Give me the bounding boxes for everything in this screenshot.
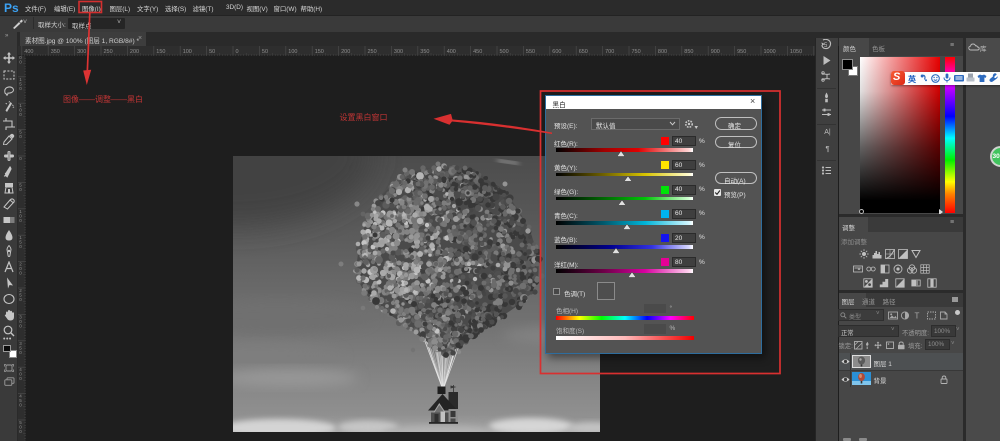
svg-text:50: 50	[262, 49, 268, 55]
svg-text:0: 0	[19, 376, 22, 381]
svg-text:350: 350	[420, 49, 429, 55]
svg-text:900: 900	[711, 49, 720, 55]
svg-text:200: 200	[341, 49, 350, 55]
svg-text:0: 0	[19, 429, 22, 434]
svg-text:650: 650	[579, 49, 588, 55]
svg-text:100: 100	[183, 49, 192, 55]
svg-text:300: 300	[77, 49, 86, 55]
svg-text:0: 0	[19, 59, 22, 64]
svg-text:550: 550	[526, 49, 535, 55]
svg-text:0: 0	[19, 187, 22, 192]
svg-text:850: 850	[684, 49, 693, 55]
svg-text:400: 400	[24, 49, 33, 55]
svg-text:150: 150	[156, 49, 165, 55]
svg-text:1000: 1000	[764, 49, 776, 55]
svg-text:0: 0	[19, 134, 22, 139]
svg-text:0: 0	[19, 244, 22, 249]
svg-text:250: 250	[104, 49, 113, 55]
svg-text:50: 50	[209, 49, 215, 55]
svg-text:100: 100	[288, 49, 297, 55]
svg-text:0: 0	[19, 323, 22, 328]
svg-text:600: 600	[552, 49, 561, 55]
svg-text:500: 500	[500, 49, 509, 55]
svg-text:T: T	[915, 312, 920, 321]
svg-text:200: 200	[130, 49, 139, 55]
svg-text:450: 450	[473, 49, 482, 55]
svg-text:0: 0	[236, 49, 239, 55]
svg-text:0: 0	[19, 297, 22, 302]
svg-text:1050: 1050	[790, 49, 802, 55]
svg-text:0: 0	[19, 86, 22, 91]
svg-text:750: 750	[632, 49, 641, 55]
svg-text:0: 0	[19, 156, 22, 161]
svg-text:150: 150	[315, 49, 324, 55]
svg-text:0: 0	[19, 403, 22, 408]
svg-text:0: 0	[19, 218, 22, 223]
svg-text:0: 0	[19, 112, 22, 117]
svg-text:950: 950	[737, 49, 746, 55]
svg-text:400: 400	[447, 49, 456, 55]
svg-text:0: 0	[19, 271, 22, 276]
svg-text:700: 700	[605, 49, 614, 55]
svg-text:0: 0	[19, 350, 22, 355]
svg-text:300: 300	[394, 49, 403, 55]
svg-text:250: 250	[368, 49, 377, 55]
svg-text:350: 350	[51, 49, 60, 55]
svg-text:800: 800	[658, 49, 667, 55]
